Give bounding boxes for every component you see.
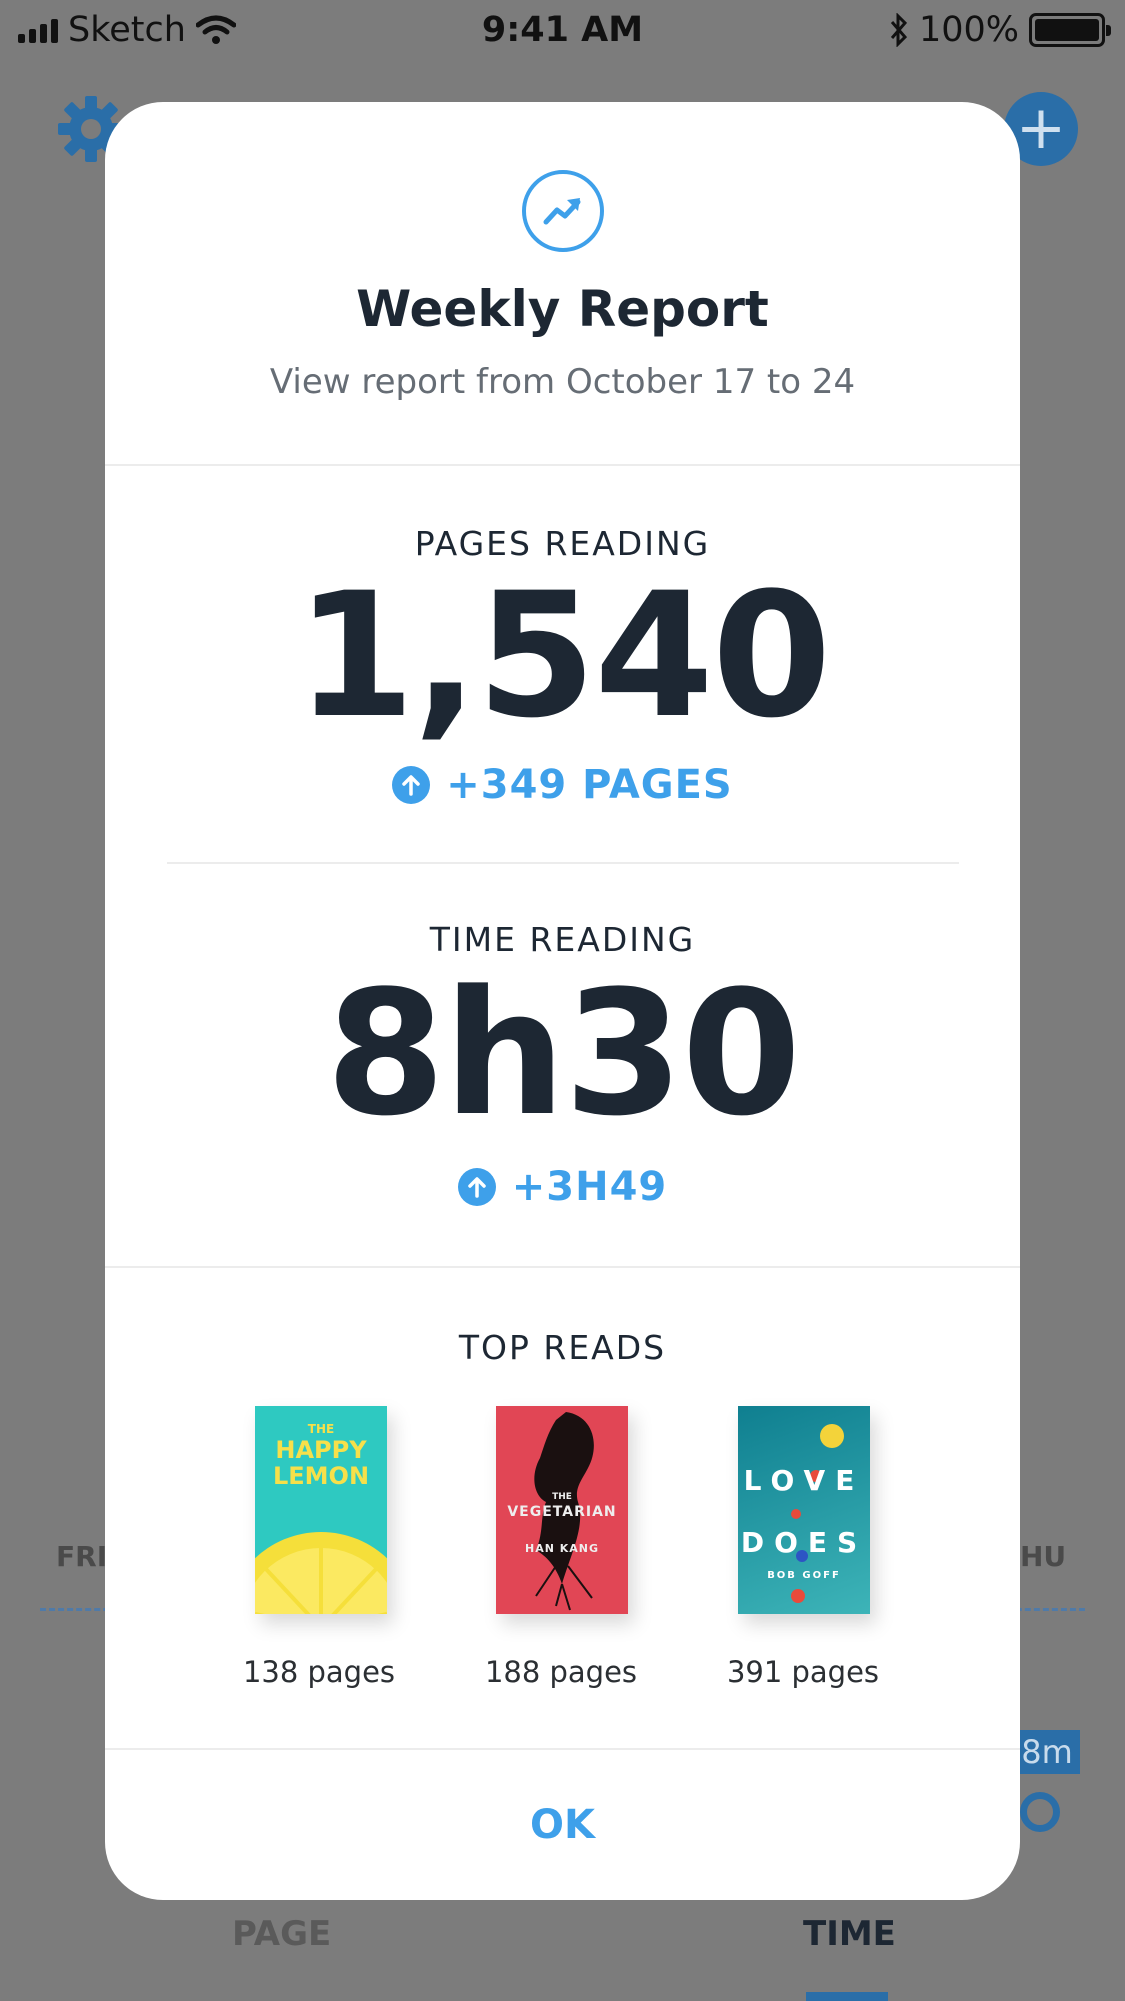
- book-pages-count: 391 pages: [726, 1655, 880, 1689]
- divider: [105, 1748, 1020, 1750]
- balloons-illustration: [791, 1424, 844, 1603]
- day-label-fri: FRI: [56, 1540, 108, 1573]
- book-pages-count: 138 pages: [242, 1655, 396, 1689]
- book-cover-text: BOB GOFF: [767, 1570, 841, 1581]
- pages-delta: +349 PAGES: [105, 762, 1020, 808]
- book-cover-text: DOES: [740, 1526, 868, 1559]
- battery-icon: [1029, 13, 1111, 47]
- trending-up-icon: [522, 170, 604, 252]
- book-cover-text: VEGETARIAN: [507, 1504, 617, 1520]
- book-cover-vegetarian[interactable]: THE VEGETARIAN HAN KANG: [496, 1406, 628, 1614]
- book-cover-text: HAN KANG: [524, 1542, 600, 1555]
- book-cover-text: THE: [307, 1422, 335, 1436]
- tab-time[interactable]: TIME: [803, 1914, 896, 1954]
- modal-title: Weekly Report: [356, 280, 769, 338]
- battery-percent: 100%: [918, 10, 1019, 50]
- divider: [105, 464, 1020, 466]
- book-cover-love-does[interactable]: LOVE DOES BOB GOFF: [738, 1406, 870, 1614]
- tab-indicator: [806, 1992, 888, 2001]
- book-cover-text: LEMON: [272, 1462, 370, 1490]
- divider: [167, 862, 959, 864]
- weekly-report-modal: Weekly Report View report from October 1…: [105, 102, 1020, 1900]
- status-bar: Sketch 9:41 AM 100%: [0, 0, 1125, 62]
- ok-button[interactable]: OK: [105, 1790, 1020, 1900]
- pages-delta-text: +349 PAGES: [446, 762, 733, 808]
- modal-subtitle: View report from October 17 to 24: [269, 362, 856, 402]
- time-delta: +3H49: [105, 1164, 1020, 1210]
- time-reading-value: 8h30: [325, 953, 801, 1154]
- arrow-up-icon: [457, 1168, 496, 1206]
- status-right: 100%: [889, 10, 1111, 50]
- time-badge: 8m: [1014, 1730, 1080, 1774]
- time-delta-text: +3H49: [511, 1164, 668, 1210]
- divider: [105, 1266, 1020, 1268]
- book-cover-text: THE: [552, 1492, 572, 1502]
- arrow-up-icon: [392, 766, 431, 804]
- book-cover-happy-lemon[interactable]: THE HAPPY LEMON: [255, 1406, 387, 1614]
- pages-reading-value: 1,540: [295, 555, 831, 756]
- tab-page[interactable]: PAGE: [232, 1914, 331, 1954]
- chart-point-marker: [1020, 1792, 1060, 1832]
- book-cover-text: LOVE: [743, 1464, 865, 1497]
- book-pages-count: 188 pages: [484, 1655, 638, 1689]
- top-reads-label: TOP READS: [458, 1328, 667, 1367]
- lemon-slice-illustration: [255, 1532, 387, 1614]
- bluetooth-icon: [890, 13, 907, 47]
- day-label-thu: HU: [1020, 1540, 1067, 1573]
- book-cover-text: HAPPY: [275, 1436, 367, 1464]
